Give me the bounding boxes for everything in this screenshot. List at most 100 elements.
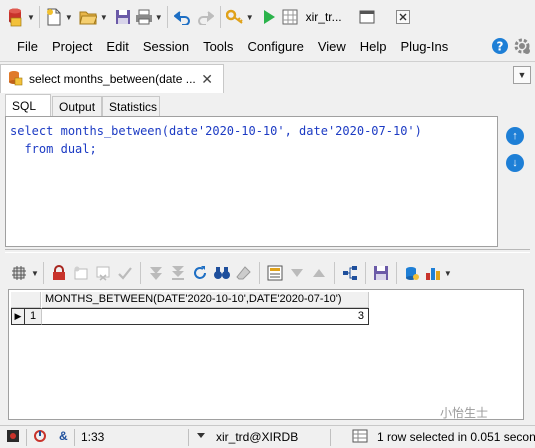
code-punctuation: ; [89,142,97,156]
chevron-down-icon[interactable]: ▼ [100,13,108,22]
window-icon[interactable] [356,5,378,29]
help-icon[interactable]: ? [491,37,509,58]
refresh-icon[interactable] [189,261,211,285]
menu-edit[interactable]: Edit [99,34,135,60]
row-number[interactable]: 1 [25,308,42,325]
delete-row-icon[interactable] [92,261,114,285]
tab-output[interactable]: Output [52,96,102,116]
separator [74,429,75,446]
save-icon[interactable] [112,5,134,29]
menu-view[interactable]: View [311,34,353,60]
execute-icon[interactable] [258,5,280,29]
redo-icon[interactable] [194,5,216,29]
table-cell[interactable]: 3 [42,308,369,325]
code-keyword: date [299,124,328,138]
sort-ascending-icon[interactable] [308,261,330,285]
menu-file[interactable]: File [10,34,45,60]
menu-right-icons: ? [491,37,531,58]
gear-icon[interactable] [513,37,531,58]
chevron-down-icon[interactable]: ▼ [65,13,73,22]
code-keyword: select [10,124,54,138]
new-file-icon[interactable] [44,5,64,29]
code-keyword: from [24,142,54,156]
new-row-icon[interactable] [70,261,92,285]
status-message: 1 row selected in 0.051 seconds [377,430,535,444]
sort-descending-icon[interactable] [286,261,308,285]
code-string: '2020-10-10' [197,124,285,138]
column-header[interactable]: MONTHS_BETWEEN(DATE'2020-10-10',DATE'202… [42,292,369,308]
undo-icon[interactable] [172,5,194,29]
table-row[interactable]: ▶ 1 3 [11,308,371,325]
form-view-icon[interactable] [264,261,286,285]
connection-label[interactable]: xir_trd@XIRDB [216,430,298,444]
sql-editor[interactable]: select months_between(date'2020-10-10', … [5,116,498,247]
close-window-icon[interactable] [392,5,414,29]
separator [333,262,335,284]
print-icon[interactable] [134,5,154,29]
tab-statistics[interactable]: Statistics [102,96,160,116]
menu-help[interactable]: Help [353,34,394,60]
close-icon[interactable]: ✕ [201,71,213,88]
code-punctuation: ) [414,124,422,138]
binoculars-icon[interactable] [211,261,233,285]
main-toolbar: ▼ ▼ ▼ ▼ ▼ xir_tr... [0,0,535,34]
grid-options-icon[interactable] [8,261,30,285]
results-grid[interactable]: MONTHS_BETWEEN(DATE'2020-10-10',DATE'202… [8,289,524,420]
chevron-down-icon[interactable]: ▼ [27,13,35,22]
separator [38,6,40,28]
key-icon[interactable] [225,5,245,29]
record-icon [6,429,20,446]
splitter[interactable] [5,249,530,253]
database-icon[interactable] [4,5,26,29]
grid-icon[interactable] [280,5,300,29]
separator [258,262,260,284]
separator [26,429,27,446]
grid-corner[interactable] [11,292,41,308]
separator [166,6,168,28]
editor-sub-tabs: SQL Output Statistics [0,94,535,116]
grid-header: MONTHS_BETWEEN(DATE'2020-10-10',DATE'202… [9,290,523,308]
next-statement-icon[interactable]: ↓ [506,154,524,172]
code-string: '2020-07-10' [327,124,415,138]
menu-session[interactable]: Session [136,34,196,60]
connection-dropdown-icon[interactable] [196,429,206,444]
editor-tab[interactable]: select months_between(date ... ✕ [0,64,224,93]
save-results-icon[interactable] [370,261,392,285]
chevron-down-icon[interactable]: ▼ [155,13,163,22]
eraser-icon[interactable] [233,261,255,285]
code-object: dual [60,142,90,156]
editor-tab-bar: select months_between(date ... ✕ ▼ [0,61,535,93]
tree-icon[interactable] [339,261,361,285]
separator [219,6,221,28]
lock-icon[interactable] [48,261,70,285]
separator [364,262,366,284]
autocommit-icon [33,429,47,446]
code-punctuation: , [284,124,300,138]
watermark: 小怡生士 [440,406,489,420]
separator [395,262,397,284]
code-punctuation: ( [161,124,169,138]
session-title[interactable]: xir_tr... [306,10,342,24]
open-folder-icon[interactable] [77,5,99,29]
code-keyword: date [168,124,198,138]
fetch-next-icon[interactable] [145,261,167,285]
menu-project[interactable]: Project [45,34,99,60]
chevron-down-icon[interactable]: ▼ [444,269,452,278]
chart-icon[interactable] [423,261,443,285]
grid-icon [352,429,368,446]
menu-tools[interactable]: Tools [196,34,240,60]
tab-list-dropdown[interactable]: ▼ [513,66,531,84]
database-export-icon[interactable] [401,261,423,285]
checkmark-icon[interactable] [114,261,136,285]
previous-statement-icon[interactable]: ↑ [506,127,524,145]
menu-plugins[interactable]: Plug-Ins [394,34,456,60]
row-indicator: ▶ [11,308,25,325]
status-bar: & 1:33 xir_trd@XIRDB 1 row selected in 0… [0,425,535,448]
chevron-down-icon[interactable]: ▼ [31,269,39,278]
results-toolbar: ▼ ▼ [8,260,528,286]
fetch-all-icon[interactable] [167,261,189,285]
tab-sql[interactable]: SQL [5,94,51,116]
chevron-down-icon[interactable]: ▼ [246,13,254,22]
menu-configure[interactable]: Configure [240,34,310,60]
